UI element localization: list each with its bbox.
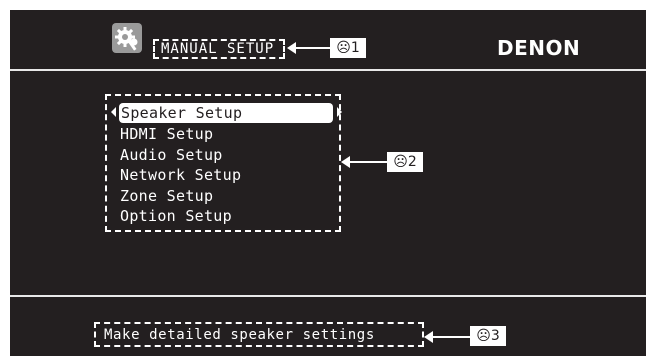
hint-box: Make detailed speaker settings	[94, 322, 424, 347]
page-title: MANUAL SETUP	[161, 41, 275, 57]
menu-item-network-setup[interactable]: Network Setup	[120, 165, 241, 185]
menu-item-option-setup[interactable]: Option Setup	[120, 206, 232, 226]
hint-text: Make detailed speaker settings	[104, 327, 375, 343]
footer-divider	[10, 295, 646, 297]
title-box: MANUAL SETUP	[153, 39, 285, 59]
setup-screen: MANUAL SETUP ☹1 DENON Speaker Setup HDMI…	[10, 10, 646, 356]
right-arrow-icon[interactable]	[337, 107, 342, 117]
callout-1-label: ☹1	[330, 38, 366, 58]
menu-item-speaker-setup[interactable]: Speaker Setup	[119, 103, 333, 123]
gear-wrench-icon	[112, 23, 142, 53]
setup-menu: Speaker Setup HDMI Setup Audio Setup Net…	[105, 94, 342, 232]
callout-2-arrow	[341, 156, 389, 168]
menu-item-hdmi-setup[interactable]: HDMI Setup	[120, 124, 213, 144]
menu-item-zone-setup[interactable]: Zone Setup	[120, 186, 213, 206]
left-arrow-icon[interactable]	[111, 107, 116, 117]
header-divider	[10, 69, 646, 71]
callout-2-label: ☹2	[387, 152, 423, 172]
brand-logo: DENON	[497, 36, 581, 60]
callout-3-label: ☹3	[470, 326, 506, 346]
menu-item-audio-setup[interactable]: Audio Setup	[120, 145, 223, 165]
